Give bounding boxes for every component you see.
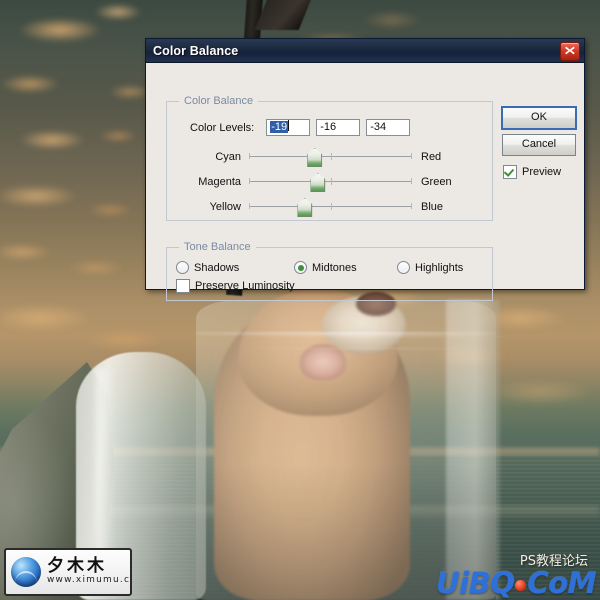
color-levels-label: Color Levels: <box>190 121 255 134</box>
slider-label-blue: Blue <box>421 201 444 213</box>
slider-end-right-3 <box>411 203 412 209</box>
color-levels-row: Color Levels: -19 -16 -34 <box>190 119 411 136</box>
color-level-input-yellow-blue[interactable]: -34 <box>366 119 411 136</box>
slider-label-red: Red <box>421 151 442 163</box>
slider-center-tick-3 <box>330 203 332 210</box>
radio-highlights-indicator <box>397 261 410 274</box>
forum-brand-dot-icon <box>515 580 527 591</box>
preview-checkbox[interactable]: Preview <box>503 165 561 179</box>
close-icon[interactable] <box>560 42 580 61</box>
preserve-luminosity-label: Preserve Luminosity <box>195 280 295 292</box>
forum-brand-right: CoM <box>527 566 596 600</box>
slider-center-tick-1 <box>330 153 332 160</box>
dialog-body: Color Balance Color Levels: -19 -16 -34 … <box>146 63 584 301</box>
slider-center-tick-2 <box>330 178 332 185</box>
slider-row-magenta-green: Magenta Green <box>179 173 469 192</box>
color-level-value-1: -19 <box>270 121 289 133</box>
preview-checkbox-box <box>503 165 517 179</box>
slider-label-magenta: Magenta <box>198 176 241 188</box>
dialog-title: Color Balance <box>153 43 239 58</box>
radio-midtones[interactable]: Midtones <box>294 261 397 274</box>
radio-shadows[interactable]: Shadows <box>176 261 294 274</box>
slider-thumb-cyan-red[interactable] <box>307 148 323 167</box>
dialog-titlebar[interactable]: Color Balance <box>146 39 584 63</box>
slider-label-cyan: Cyan <box>215 151 241 163</box>
site-logo-watermark: 夕木木 www.ximumu.cn <box>4 548 132 596</box>
preserve-luminosity-checkbox[interactable]: Preserve Luminosity <box>176 279 295 293</box>
tone-balance-options: Shadows Midtones Highlights <box>176 261 488 274</box>
screenshot-root: Color Balance Color Balance Color Levels… <box>0 0 600 600</box>
slider-label-yellow: Yellow <box>209 201 241 213</box>
ok-button[interactable]: OK <box>501 106 577 130</box>
tone-balance-group-legend: Tone Balance <box>179 241 256 253</box>
slider-thumb-magenta-green[interactable] <box>310 173 326 192</box>
slider-end-right-1 <box>411 153 412 159</box>
forum-brand-left: UiBQ <box>436 566 515 600</box>
radio-midtones-indicator <box>294 261 307 274</box>
slider-end-left-2 <box>249 178 250 184</box>
slider-end-right-2 <box>411 178 412 184</box>
slider-thumb-yellow-blue[interactable] <box>297 198 313 217</box>
logo-url: www.ximumu.cn <box>47 575 132 586</box>
radio-highlights[interactable]: Highlights <box>397 261 463 274</box>
radio-highlights-label: Highlights <box>415 261 464 274</box>
forum-watermark: PS教程论坛 UiBQ CoM <box>436 555 596 598</box>
radio-shadows-label: Shadows <box>194 261 240 274</box>
color-level-input-cyan-red[interactable]: -19 <box>266 119 311 136</box>
slider-end-left-1 <box>249 153 250 159</box>
slider-end-left-3 <box>249 203 250 209</box>
radio-shadows-indicator <box>176 261 189 274</box>
slider-track-cyan-red[interactable] <box>249 148 412 167</box>
slider-row-yellow-blue: Yellow Blue <box>179 198 469 217</box>
slider-track-yellow-blue[interactable] <box>249 198 412 217</box>
color-balance-group-legend: Color Balance <box>179 95 259 107</box>
slider-label-green: Green <box>421 176 452 188</box>
color-balance-dialog[interactable]: Color Balance Color Balance Color Levels… <box>145 38 585 301</box>
preview-label: Preview <box>522 166 562 178</box>
cancel-button[interactable]: Cancel <box>502 134 576 156</box>
color-level-input-magenta-green[interactable]: -16 <box>316 119 361 136</box>
forum-brand: UiBQ CoM <box>436 569 596 598</box>
logo-name: 夕木木 <box>47 556 107 577</box>
logo-orb-icon <box>11 557 41 587</box>
slider-row-cyan-red: Cyan Red <box>179 148 469 167</box>
radio-midtones-label: Midtones <box>312 261 357 274</box>
slider-track-magenta-green[interactable] <box>249 173 412 192</box>
logo-text-block: 夕木木 www.ximumu.cn <box>41 556 132 586</box>
preserve-luminosity-box <box>176 279 190 293</box>
